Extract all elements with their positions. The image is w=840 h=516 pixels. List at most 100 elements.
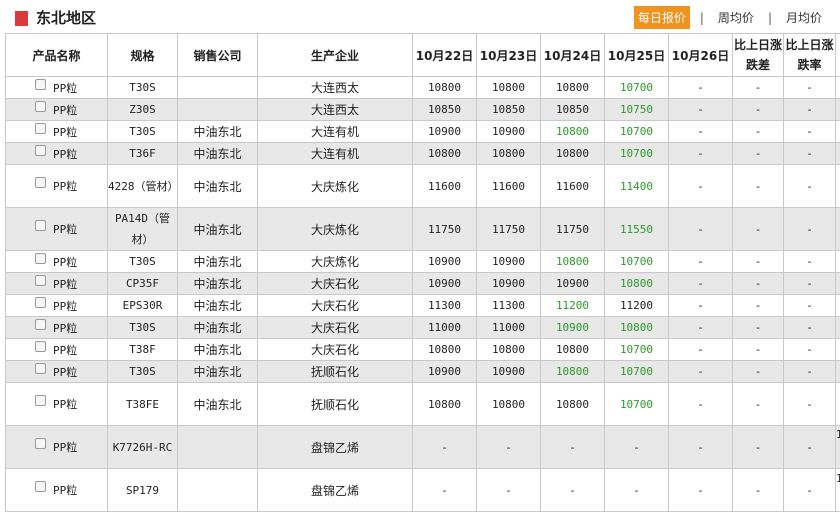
row-checkbox[interactable]	[35, 122, 46, 134]
cell-seller	[177, 98, 258, 121]
cell-price-oct26: -	[668, 294, 733, 317]
table-row: PP粒 T36F 中油东北 大连有机 10800 10800 10800 10700- - -	[5, 142, 840, 165]
cell-price-oct24: -	[540, 425, 605, 469]
cell-change-diff: -	[732, 272, 784, 295]
table-row: PP粒 T30S 中油东北 大庆石化 11000 11000 10900 10800- - -	[5, 316, 840, 339]
cell-price-oct23: 10800	[476, 142, 541, 165]
cell-price-oct23: 11750	[476, 207, 541, 251]
cell-price-oct23: 10900	[476, 360, 541, 383]
cell-change-diff: -	[732, 120, 784, 143]
cell-product: PP粒	[5, 250, 108, 273]
tab-daily-price[interactable]: 每日报价	[633, 6, 690, 29]
cell-price-oct22: 10900	[412, 250, 477, 273]
cell-price-oct24: 10800	[540, 250, 605, 273]
row-checkbox[interactable]	[35, 274, 46, 286]
cell-change-rate: -	[783, 468, 836, 512]
cell-price-oct26: -	[668, 316, 733, 339]
cell-producer: 大连西太	[257, 98, 413, 121]
cell-spec: SP179	[107, 468, 178, 512]
cell-price-oct23: 10850	[476, 98, 541, 121]
column-header-producer: 生产企业	[257, 33, 413, 77]
cell-spec: EPS30R	[107, 294, 178, 317]
cell-change-rate: -	[783, 425, 836, 469]
row-checkbox[interactable]	[35, 78, 46, 90]
cell-price-oct26: -	[668, 360, 733, 383]
cell-overflow	[835, 98, 840, 121]
cell-spec: T38F	[107, 338, 178, 361]
cell-seller: 中油东北	[177, 142, 258, 165]
row-checkbox[interactable]	[35, 296, 46, 308]
row-checkbox[interactable]	[35, 100, 46, 112]
cell-price-oct23: 10800	[476, 338, 541, 361]
cell-product: PP粒	[5, 294, 108, 317]
cell-change-diff: -	[732, 142, 784, 165]
row-checkbox[interactable]	[35, 220, 46, 231]
row-checkbox[interactable]	[35, 395, 46, 406]
row-checkbox[interactable]	[35, 362, 46, 374]
cell-price-oct24: 10800	[540, 142, 605, 165]
column-header-oct25: 10月25日	[604, 33, 669, 77]
cell-spec: 4228（管材）	[107, 164, 178, 208]
cell-producer: 大庆石化	[257, 338, 413, 361]
cell-price-oct25: 10700	[604, 338, 669, 361]
cell-price-oct23: 10800	[476, 76, 541, 99]
cell-change-rate: -	[783, 142, 836, 165]
cell-price-oct26: -	[668, 76, 733, 99]
cell-product: PP粒	[5, 382, 108, 426]
cell-spec: K7726H-RC	[107, 425, 178, 469]
cell-price-oct24: 11600	[540, 164, 605, 208]
cell-change-rate: -	[783, 272, 836, 295]
row-checkbox[interactable]	[35, 177, 46, 188]
cell-price-oct25: 10700	[604, 76, 669, 99]
cell-price-oct25: 10800	[604, 316, 669, 339]
cell-product: PP粒	[5, 164, 108, 208]
cell-price-oct24: 10800	[540, 360, 605, 383]
row-checkbox[interactable]	[35, 438, 46, 449]
tab-monthly-average[interactable]: 月均价	[782, 6, 826, 29]
cell-price-oct26: -	[668, 164, 733, 208]
cell-spec: T36F	[107, 142, 178, 165]
region-header: 东北地区 每日报价 | 周均价 | 月均价	[0, 0, 840, 33]
cell-price-oct22: 11000	[412, 316, 477, 339]
cell-change-rate: -	[783, 120, 836, 143]
cell-price-oct22: 10800	[412, 338, 477, 361]
table-row: PP粒 T30S 中油东北 大庆炼化 10900 10900 10800 10700- - -	[5, 250, 840, 273]
column-header-oct23: 10月23日	[476, 33, 541, 77]
column-header-change-rate: 比上日涨跌率	[783, 33, 836, 77]
row-checkbox[interactable]	[35, 318, 46, 330]
table-row: PP粒 T38F 中油东北 大庆石化 10800 10800 10800 10700- - -	[5, 338, 840, 361]
cell-change-diff: -	[732, 338, 784, 361]
column-header-spec: 规格	[107, 33, 178, 77]
cell-change-diff: -	[732, 468, 784, 512]
cell-product: PP粒	[5, 142, 108, 165]
cell-price-oct25: 10700	[604, 120, 669, 143]
cell-producer: 抚顺石化	[257, 382, 413, 426]
tab-weekly-average[interactable]: 周均价	[714, 6, 758, 29]
cell-seller: 中油东北	[177, 164, 258, 208]
cell-overflow	[835, 360, 840, 383]
cell-producer: 大庆石化	[257, 294, 413, 317]
cell-price-oct24: 10850	[540, 98, 605, 121]
cell-price-oct22: 11750	[412, 207, 477, 251]
row-checkbox[interactable]	[35, 144, 46, 156]
cell-price-oct25: 10700	[604, 250, 669, 273]
cell-producer: 大连西太	[257, 76, 413, 99]
cell-price-oct23: 11000	[476, 316, 541, 339]
cell-seller: 中油东北	[177, 360, 258, 383]
cell-overflow	[835, 164, 840, 208]
cell-price-oct26: -	[668, 272, 733, 295]
cell-price-oct24: 11200	[540, 294, 605, 317]
cell-product: PP粒	[5, 425, 108, 469]
cell-price-oct23: 10900	[476, 250, 541, 273]
column-header-oct22: 10月22日	[412, 33, 477, 77]
price-period-tabs: 每日报价 | 周均价 | 月均价	[633, 6, 826, 29]
row-checkbox[interactable]	[35, 340, 46, 352]
cell-overflow	[835, 142, 840, 165]
cell-product: PP粒	[5, 272, 108, 295]
cell-price-oct25: 10700	[604, 382, 669, 426]
cell-price-oct22: 10850	[412, 98, 477, 121]
row-checkbox[interactable]	[35, 252, 46, 264]
row-checkbox[interactable]	[35, 481, 46, 492]
cell-price-oct22: 10900	[412, 120, 477, 143]
cell-product: PP粒	[5, 120, 108, 143]
